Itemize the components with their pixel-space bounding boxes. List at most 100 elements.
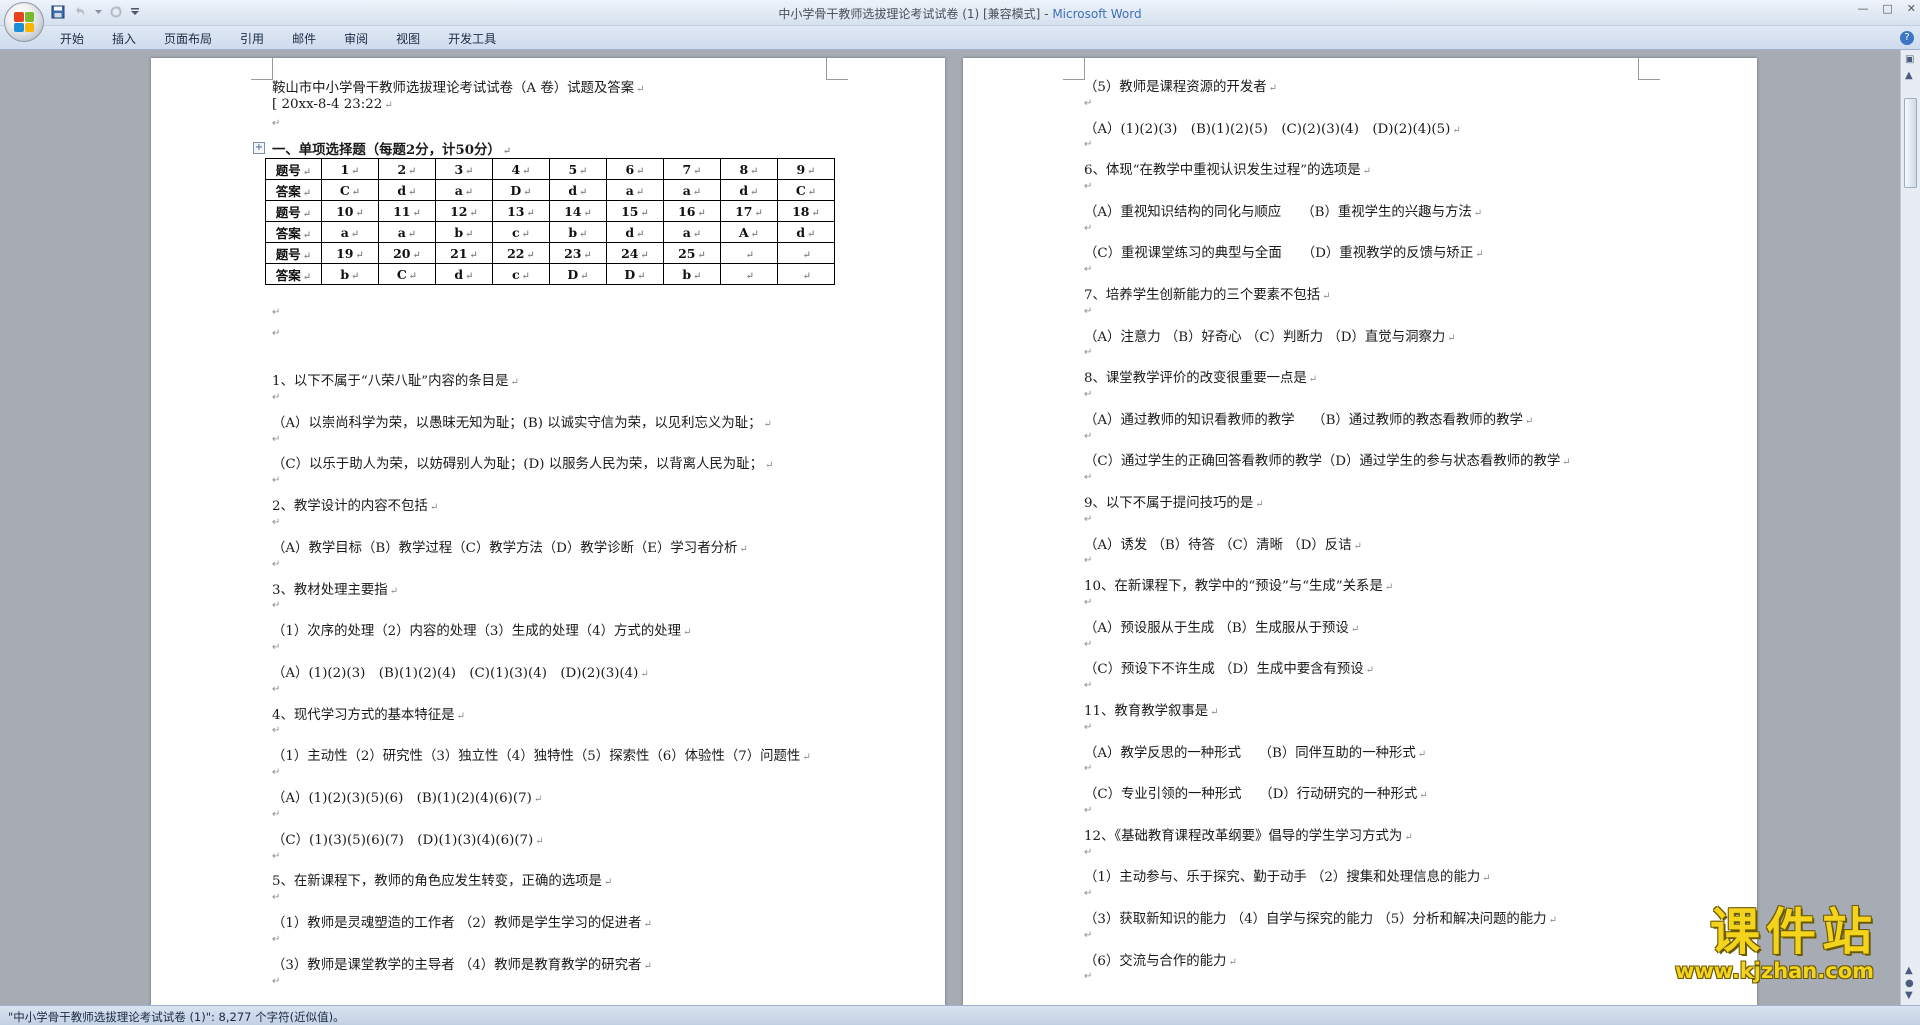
ribbon-tab[interactable]: 开始 [60, 30, 84, 47]
table-cell[interactable]: a ↵ [378, 221, 436, 243]
paragraph-mark: ↵ [1084, 305, 1093, 317]
table-cell[interactable]: C ↵ [378, 263, 436, 285]
ribbon-tab[interactable]: 审阅 [344, 30, 368, 47]
table-cell[interactable]: D ↵ [549, 263, 607, 285]
crop-mark [1638, 58, 1660, 80]
next-page-icon[interactable]: ▼ [1905, 990, 1913, 1001]
table-cell[interactable]: 13 ↵ [492, 200, 550, 222]
minimize-button[interactable]: — [1857, 2, 1868, 15]
window-title: 中小学骨干教师选拔理论考试试卷 (1) [兼容模式] - Microsoft W… [0, 5, 1920, 22]
table-cell[interactable]: 3 ↵ [435, 158, 493, 180]
table-cell[interactable]: 7 ↵ [663, 158, 721, 180]
text-line: 5、在新课程下，教师的角色应发生转变，正确的选项是 ↵ [272, 874, 613, 890]
crop-mark [826, 58, 848, 80]
scrollbar-thumb[interactable] [1904, 98, 1917, 188]
table-cell[interactable]: 24 ↵ [606, 242, 664, 264]
table-cell[interactable]: C ↵ [777, 179, 835, 201]
ribbon-tab[interactable]: 引用 [240, 30, 264, 47]
table-cell[interactable]: d ↵ [606, 221, 664, 243]
text-line: 1、以下不属于“八荣八耻”内容的条目是 ↵ [272, 374, 519, 389]
table-cell[interactable]: 16 ↵ [663, 200, 721, 222]
table-cell[interactable]: d ↵ [378, 179, 436, 201]
table-cell[interactable]: 10 ↵ [321, 200, 379, 222]
table-cell[interactable]: b ↵ [321, 263, 379, 285]
table-cell[interactable]: a ↵ [435, 179, 493, 201]
table-row-header[interactable]: 答案 ↵ [265, 221, 322, 243]
table-cell[interactable]: b ↵ [663, 263, 721, 285]
document-page-right[interactable]: （5）教师是课程资源的开发者 ↵ ↵ （A）(1)(2)(3) (B)(1)(2)(5… [963, 58, 1757, 1005]
table-row-header[interactable]: 题号 ↵ [265, 242, 322, 264]
text-line: 4、现代学习方式的基本特征是 ↵ [272, 707, 465, 723]
table-row-header[interactable]: 答案 ↵ [265, 179, 322, 201]
table-cell[interactable]: d ↵ [777, 221, 835, 243]
table-cell[interactable]: 14 ↵ [549, 200, 607, 222]
table-cell[interactable]: 22 ↵ [492, 242, 550, 264]
table-cell[interactable]: c ↵ [492, 263, 550, 285]
table-row-header[interactable]: 题号 ↵ [265, 158, 322, 180]
table-cell[interactable]: 9 ↵ [777, 158, 835, 180]
table-cell[interactable]: 8 ↵ [720, 158, 778, 180]
table-cell[interactable]: D ↵ [606, 263, 664, 285]
table-cell[interactable]: C ↵ [321, 179, 379, 201]
table-cell[interactable]: 21 ↵ [435, 242, 493, 264]
ribbon-tab[interactable]: 插入 [112, 30, 136, 47]
table-cell[interactable]: 25 ↵ [663, 242, 721, 264]
table-cell[interactable]: ↵ [720, 263, 778, 285]
table-cell[interactable]: a ↵ [663, 179, 721, 201]
close-button[interactable]: ✕ [1907, 2, 1916, 15]
table-cell[interactable]: a ↵ [321, 221, 379, 243]
word-count-status[interactable]: "中小学骨干教师选拔理论考试试卷 (1)": 8,277 个字符(近似值)。 [8, 1010, 345, 1024]
table-cell[interactable]: d ↵ [720, 179, 778, 201]
table-cell[interactable]: 12 ↵ [435, 200, 493, 222]
paragraph-mark: ↵ [1084, 347, 1093, 359]
table-cell[interactable]: 6 ↵ [606, 158, 664, 180]
office-button[interactable] [4, 2, 44, 42]
document-page-left[interactable]: 鞍山市中小学骨干教师选拔理论考试试卷（A 卷）试题及答案 ↵ [ 20xx-8-4… [151, 58, 945, 1005]
table-move-handle-icon[interactable]: + [253, 142, 265, 154]
select-browse-object-icon[interactable]: ● [1905, 978, 1914, 989]
table-cell[interactable]: b ↵ [549, 221, 607, 243]
table-cell[interactable]: 18 ↵ [777, 200, 835, 222]
paragraph-mark: ↵ [1084, 680, 1093, 692]
scroll-up-icon[interactable]: ▲ [1905, 70, 1913, 81]
table-cell[interactable]: ↵ [720, 242, 778, 264]
paragraph-mark: ↵ [272, 328, 281, 339]
table-cell[interactable]: a ↵ [606, 179, 664, 201]
vertical-scrollbar[interactable]: ▣ ▲ ▲ ● ▼ [1900, 50, 1920, 1005]
table-row-header[interactable]: 题号 ↵ [265, 200, 322, 222]
table-cell[interactable]: D ↵ [492, 179, 550, 201]
previous-page-icon[interactable]: ▲ [1905, 965, 1913, 976]
ribbon-tabs: 开始 插入 页面布局 引用 邮件 审阅 视图 开发工具 [60, 30, 496, 47]
ribbon-tab[interactable]: 开发工具 [448, 30, 496, 47]
table-cell[interactable]: 15 ↵ [606, 200, 664, 222]
maximize-button[interactable]: □ [1882, 2, 1892, 15]
ribbon-tab[interactable]: 页面布局 [164, 30, 212, 47]
table-cell[interactable]: c ↵ [492, 221, 550, 243]
table-cell[interactable]: 4 ↵ [492, 158, 550, 180]
ribbon-tab[interactable]: 邮件 [292, 30, 316, 47]
help-icon[interactable]: ? [1900, 31, 1914, 45]
table-cell[interactable]: b ↵ [435, 221, 493, 243]
table-row: 答案 ↵ a ↵ a ↵ b ↵ c ↵ b ↵ d ↵ a ↵ A ↵ d ↵ [265, 221, 835, 243]
table-cell[interactable]: 23 ↵ [549, 242, 607, 264]
table-cell[interactable]: d ↵ [435, 263, 493, 285]
crop-mark [251, 58, 273, 80]
table-row: 题号 ↵ 19 ↵ 20 ↵ 21 ↵ 22 ↵ 23 ↵ 24 ↵ 25 ↵ ↵ ↵ [265, 242, 835, 264]
table-cell[interactable]: d ↵ [549, 179, 607, 201]
table-cell[interactable]: 11 ↵ [378, 200, 436, 222]
table-cell[interactable]: 17 ↵ [720, 200, 778, 222]
table-cell[interactable]: 19 ↵ [321, 242, 379, 264]
ribbon-tab[interactable]: 视图 [396, 30, 420, 47]
table-cell[interactable]: 5 ↵ [549, 158, 607, 180]
table-cell[interactable]: ↵ [777, 263, 835, 285]
table-cell[interactable]: ↵ [777, 242, 835, 264]
table-row-header[interactable]: 答案 ↵ [265, 263, 322, 285]
paragraph-mark: ↵ [272, 808, 281, 820]
table-cell[interactable]: 2 ↵ [378, 158, 436, 180]
table-cell[interactable]: a ↵ [663, 221, 721, 243]
paragraph-mark: ↵ [1084, 472, 1093, 484]
table-cell[interactable]: A ↵ [720, 221, 778, 243]
table-cell[interactable]: 1 ↵ [321, 158, 379, 180]
ruler-toggle-icon[interactable]: ▣ [1905, 54, 1914, 65]
table-cell[interactable]: 20 ↵ [378, 242, 436, 264]
